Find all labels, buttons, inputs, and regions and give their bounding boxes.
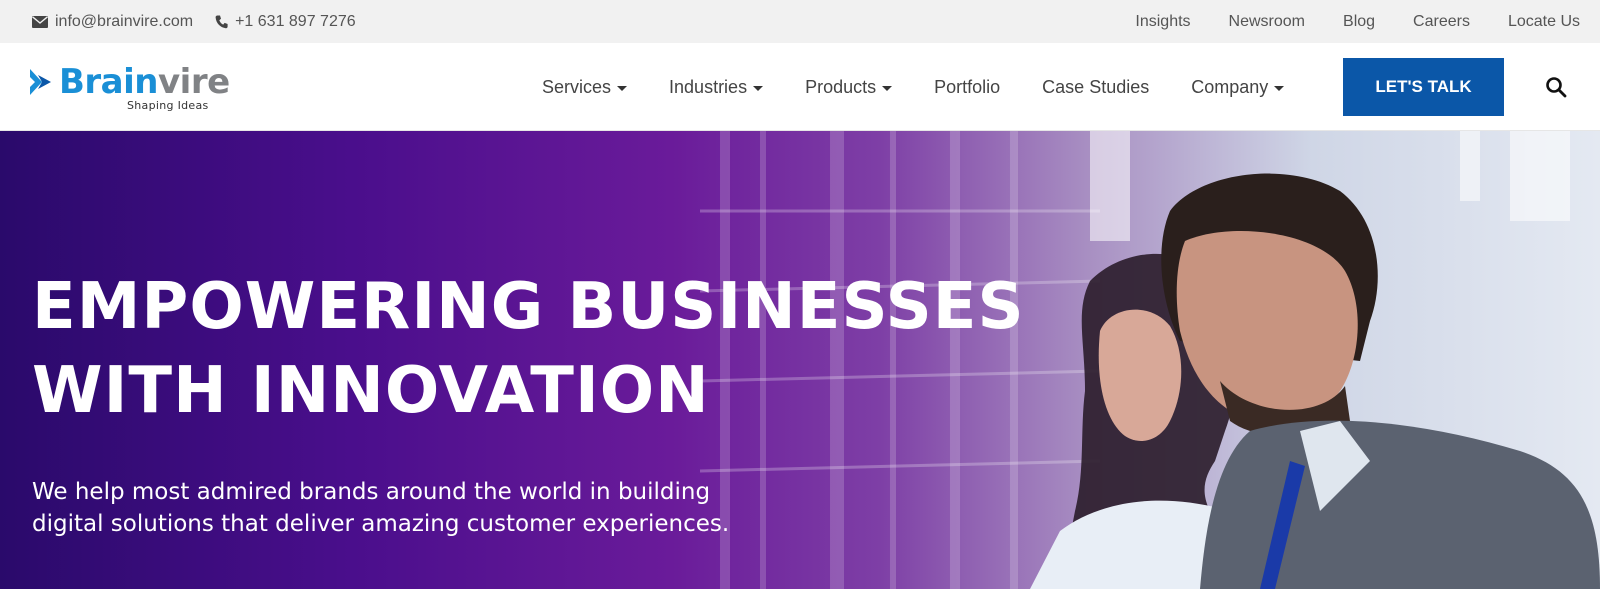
nav-company-label: Company	[1191, 76, 1269, 97]
nav-case-studies[interactable]: Case Studies	[1042, 77, 1149, 98]
hero-title-line-2: WITH INNOVATION	[32, 354, 710, 428]
phone-link[interactable]: +1 631 897 7276	[235, 13, 356, 31]
nav-industries-label: Industries	[669, 76, 748, 97]
logo-tagline: Shaping Ideas	[127, 99, 209, 112]
contact-info: info@brainvire.com +1 631 897 7276	[32, 13, 356, 31]
logo-word-vire: vire	[158, 62, 230, 102]
nav-case-studies-label: Case Studies	[1042, 76, 1150, 97]
hero-title: EMPOWERING BUSINESSES WITH INNOVATION	[32, 265, 1132, 433]
hero-subtitle-line-2: digital solutions that deliver amazing c…	[32, 511, 730, 537]
email-contact[interactable]: info@brainvire.com	[32, 13, 193, 31]
link-locate-us[interactable]: Locate Us	[1508, 13, 1580, 31]
nav-services[interactable]: Services	[542, 76, 628, 98]
hero-subtitle-line-1: We help most admired brands around the w…	[32, 479, 711, 505]
brand-logo[interactable]: Brainvire Shaping Ideas	[30, 61, 250, 113]
caret-down-icon	[1274, 85, 1285, 91]
link-insights[interactable]: Insights	[1135, 13, 1190, 31]
logo-wordmark: Brainvire	[59, 61, 230, 103]
envelope-icon	[32, 15, 48, 28]
search-icon[interactable]	[1544, 75, 1568, 99]
logo-chevron-icon	[30, 69, 51, 95]
top-bar: info@brainvire.com +1 631 897 7276 Insig…	[0, 0, 1600, 43]
nav-industries[interactable]: Industries	[669, 76, 764, 98]
nav-portfolio[interactable]: Portfolio	[934, 77, 1000, 98]
phone-contact[interactable]: +1 631 897 7276	[215, 13, 356, 31]
lets-talk-button[interactable]: LET'S TALK	[1343, 58, 1504, 116]
nav-products[interactable]: Products	[805, 76, 893, 98]
hero-title-line-1: EMPOWERING BUSINESSES	[32, 270, 1025, 344]
caret-down-icon	[882, 85, 893, 91]
caret-down-icon	[617, 85, 628, 91]
primary-nav: Services Industries Products Portfolio C…	[542, 43, 1326, 131]
hero-subtitle: We help most admired brands around the w…	[32, 476, 852, 540]
main-header: Brainvire Shaping Ideas Services Industr…	[0, 43, 1600, 131]
link-newsroom[interactable]: Newsroom	[1229, 13, 1305, 31]
utility-links: Insights Newsroom Blog Careers Locate Us	[1135, 13, 1580, 31]
link-blog[interactable]: Blog	[1343, 13, 1375, 31]
link-careers[interactable]: Careers	[1413, 13, 1470, 31]
man-figure	[1161, 173, 1600, 589]
nav-portfolio-label: Portfolio	[934, 76, 1001, 97]
email-link[interactable]: info@brainvire.com	[55, 13, 193, 31]
caret-down-icon	[753, 85, 764, 91]
nav-services-label: Services	[542, 76, 612, 97]
logo-word-brain: Brain	[59, 62, 159, 102]
hero-banner: EMPOWERING BUSINESSES WITH INNOVATION We…	[0, 131, 1600, 589]
nav-products-label: Products	[805, 76, 877, 97]
phone-icon	[215, 15, 228, 28]
nav-company[interactable]: Company	[1191, 76, 1285, 98]
